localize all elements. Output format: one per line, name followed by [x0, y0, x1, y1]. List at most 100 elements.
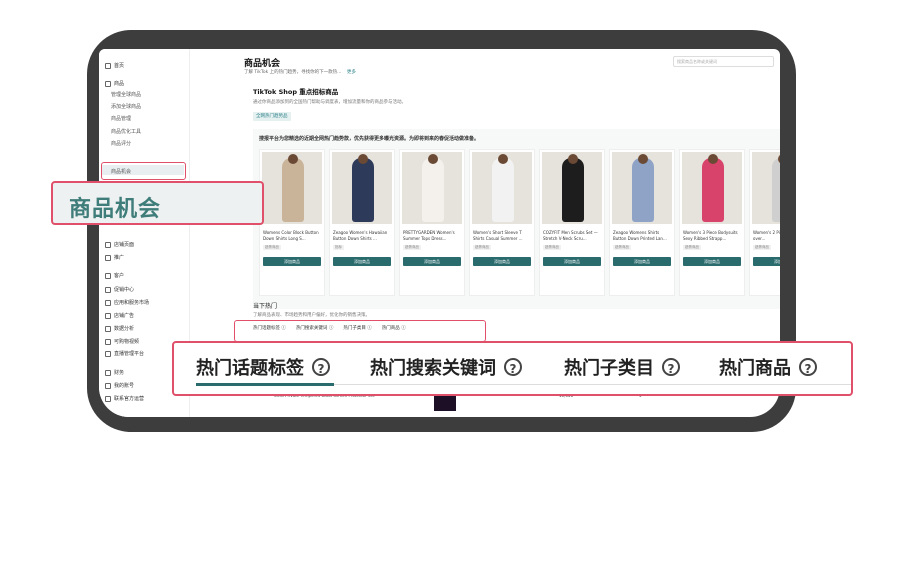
- product-image: [612, 152, 672, 224]
- tab-hot-subcategory[interactable]: 热门子类目 ?: [564, 354, 680, 380]
- product-card[interactable]: PRETTYGARDEN Women's Summer Tops Dress..…: [399, 149, 465, 296]
- add-product-button[interactable]: 添加商品: [753, 257, 780, 266]
- search-input[interactable]: 搜索商品名称或关键词: [673, 56, 774, 67]
- sidebar-item-label: 商品: [114, 81, 125, 87]
- sidebar-item-label: 添加全球商品: [111, 104, 142, 110]
- more-link[interactable]: 更多: [347, 70, 356, 75]
- tab-hot-subcategory-label: 热门子类目: [564, 358, 654, 379]
- menu-icon: [105, 299, 111, 306]
- menu-icon: [105, 80, 111, 87]
- product-figure: [492, 158, 514, 222]
- sidebar-item[interactable]: 店铺页面: [105, 241, 134, 248]
- sidebar-item-label: 推广: [114, 255, 125, 261]
- menu-icon: [105, 350, 111, 357]
- product-image: [402, 152, 462, 224]
- sidebar-item[interactable]: 联系官方运营: [105, 395, 144, 402]
- sidebar-item-label: 可购物视频: [114, 339, 140, 345]
- sidebar-item[interactable]: 应用和服务市场: [105, 299, 149, 306]
- sidebar-item[interactable]: 可购物视频: [105, 338, 139, 345]
- product-figure: [772, 158, 780, 222]
- add-product-button[interactable]: 添加商品: [543, 257, 601, 266]
- sidebar-item-label: 商品管理: [111, 116, 132, 122]
- help-icon[interactable]: ?: [504, 358, 522, 376]
- menu-icon: [105, 382, 111, 389]
- menu-icon: [105, 241, 111, 248]
- sidebar-item-label: 直播管理平台: [114, 351, 145, 357]
- sidebar-item[interactable]: 我的账号: [105, 382, 134, 389]
- menu-icon: [105, 272, 111, 279]
- menu-icon: [105, 325, 111, 332]
- sidebar-item[interactable]: 店铺广告: [105, 312, 134, 319]
- product-figure-head: [358, 154, 368, 164]
- sidebar-item[interactable]: 推广: [105, 254, 124, 261]
- shop-section-subtitle: 通过你商品添加到的全国热门帮助与调度表，增加流量和你的商品参与活动。: [253, 100, 406, 105]
- help-icon[interactable]: ?: [799, 358, 817, 376]
- product-figure: [702, 158, 724, 222]
- highlight-small-tabs: [234, 320, 486, 342]
- sidebar-item-label: 商品优化工具: [111, 129, 142, 135]
- sidebar-item[interactable]: 数据分析: [105, 325, 134, 332]
- sidebar-item-label: 促销中心: [114, 287, 135, 293]
- add-product-button[interactable]: 添加商品: [403, 257, 461, 266]
- page-subtitle: 了解 TikTok 上的热门趋势，寻找你的下一款热... 更多: [244, 69, 356, 75]
- product-card[interactable]: Zeagoo Womens Shirts Button Down Printed…: [609, 149, 675, 296]
- sidebar-item[interactable]: 直播管理平台: [105, 350, 144, 357]
- tab-hot-products[interactable]: 热门商品 ?: [719, 354, 817, 380]
- product-card[interactable]: Womens Color Block Button Down Shirts Lo…: [259, 149, 325, 296]
- product-tag: 趋势商品: [753, 245, 771, 250]
- sidebar-item[interactable]: 财务: [105, 369, 124, 376]
- product-figure-head: [708, 154, 718, 164]
- tab-hot-keywords[interactable]: 热门搜索关键词 ?: [370, 354, 522, 380]
- sidebar-item[interactable]: 商品管理: [111, 115, 131, 122]
- product-figure-head: [638, 154, 648, 164]
- trending-products-button[interactable]: 全网热门趋势品: [253, 112, 291, 121]
- menu-icon: [105, 338, 111, 345]
- add-product-button[interactable]: 添加商品: [333, 257, 391, 266]
- help-icon[interactable]: ?: [662, 358, 680, 376]
- product-image: [262, 152, 322, 224]
- menu-icon: [105, 312, 111, 319]
- tab-hot-products-label: 热门商品: [719, 358, 791, 379]
- trending-banner: 搜报平台为您精选的近期全网热门趋势款，优先获得更多曝光资源。为即将到来的春促活动…: [253, 129, 780, 309]
- sidebar-item-label: 我的账号: [114, 383, 135, 389]
- product-card[interactable]: Women's Short Sleeve T Shirts Casual Sum…: [469, 149, 535, 296]
- sidebar-item[interactable]: 商品: [105, 80, 124, 87]
- product-card[interactable]: Zeagoo Women's Hawaiian Button Down Shir…: [329, 149, 395, 296]
- banner-text: 搜报平台为您精选的近期全网热门趋势款，优先获得更多曝光资源。为即将到来的春促活动…: [259, 136, 480, 142]
- add-product-button[interactable]: 添加商品: [683, 257, 741, 266]
- product-image: [472, 152, 532, 224]
- sidebar-item[interactable]: 商品评分: [111, 140, 131, 147]
- sidebar-item[interactable]: 商品优化工具: [111, 128, 141, 135]
- product-figure-head: [498, 154, 508, 164]
- product-figure-head: [568, 154, 578, 164]
- product-tag: 趋势商品: [683, 245, 701, 250]
- sidebar-item[interactable]: 管理全球商品: [111, 91, 141, 98]
- sidebar-item[interactable]: 首页: [105, 62, 124, 69]
- menu-icon: [105, 286, 111, 293]
- add-product-button[interactable]: 添加商品: [473, 257, 531, 266]
- product-figure: [632, 158, 654, 222]
- add-product-button[interactable]: 添加商品: [613, 257, 671, 266]
- sidebar-item-label: 店铺页面: [114, 242, 135, 248]
- page-subtitle-text: 了解 TikTok 上的热门趋势，寻找你的下一款热...: [244, 70, 342, 75]
- sidebar-item[interactable]: 促销中心: [105, 286, 134, 293]
- product-image: [332, 152, 392, 224]
- product-figure-head: [428, 154, 438, 164]
- sidebar-item-label: 管理全球商品: [111, 92, 142, 98]
- product-card[interactable]: Women's 2 Piece Sets fold-over... 趋势商品添加商…: [749, 149, 780, 296]
- sidebar-item[interactable]: 客户: [105, 272, 124, 279]
- sidebar-item-label: 联系官方运营: [114, 396, 145, 402]
- callout-product-opportunity: 商品机会: [51, 181, 264, 225]
- product-figure: [352, 158, 374, 222]
- product-name: Zeagoo Women's Hawaiian Button Down Shir…: [333, 230, 388, 241]
- sidebar-item[interactable]: 添加全球商品: [111, 103, 141, 110]
- product-card[interactable]: Women's 3 Piece Bodysuits Sexy Ribbed St…: [679, 149, 745, 296]
- sidebar-item-label: 数据分析: [114, 326, 135, 332]
- sidebar-item-label: 财务: [114, 370, 125, 376]
- tab-hot-hashtags[interactable]: 热门话题标签 ?: [196, 354, 330, 380]
- add-product-button[interactable]: 添加商品: [263, 257, 321, 266]
- product-card[interactable]: COZYFIT Men Scrubs Set — Stretch V-Neck …: [539, 149, 605, 296]
- product-name: Women's 2 Piece Sets fold-over...: [753, 230, 780, 241]
- help-icon[interactable]: ?: [312, 358, 330, 376]
- sidebar-item-label: 店铺广告: [114, 313, 135, 319]
